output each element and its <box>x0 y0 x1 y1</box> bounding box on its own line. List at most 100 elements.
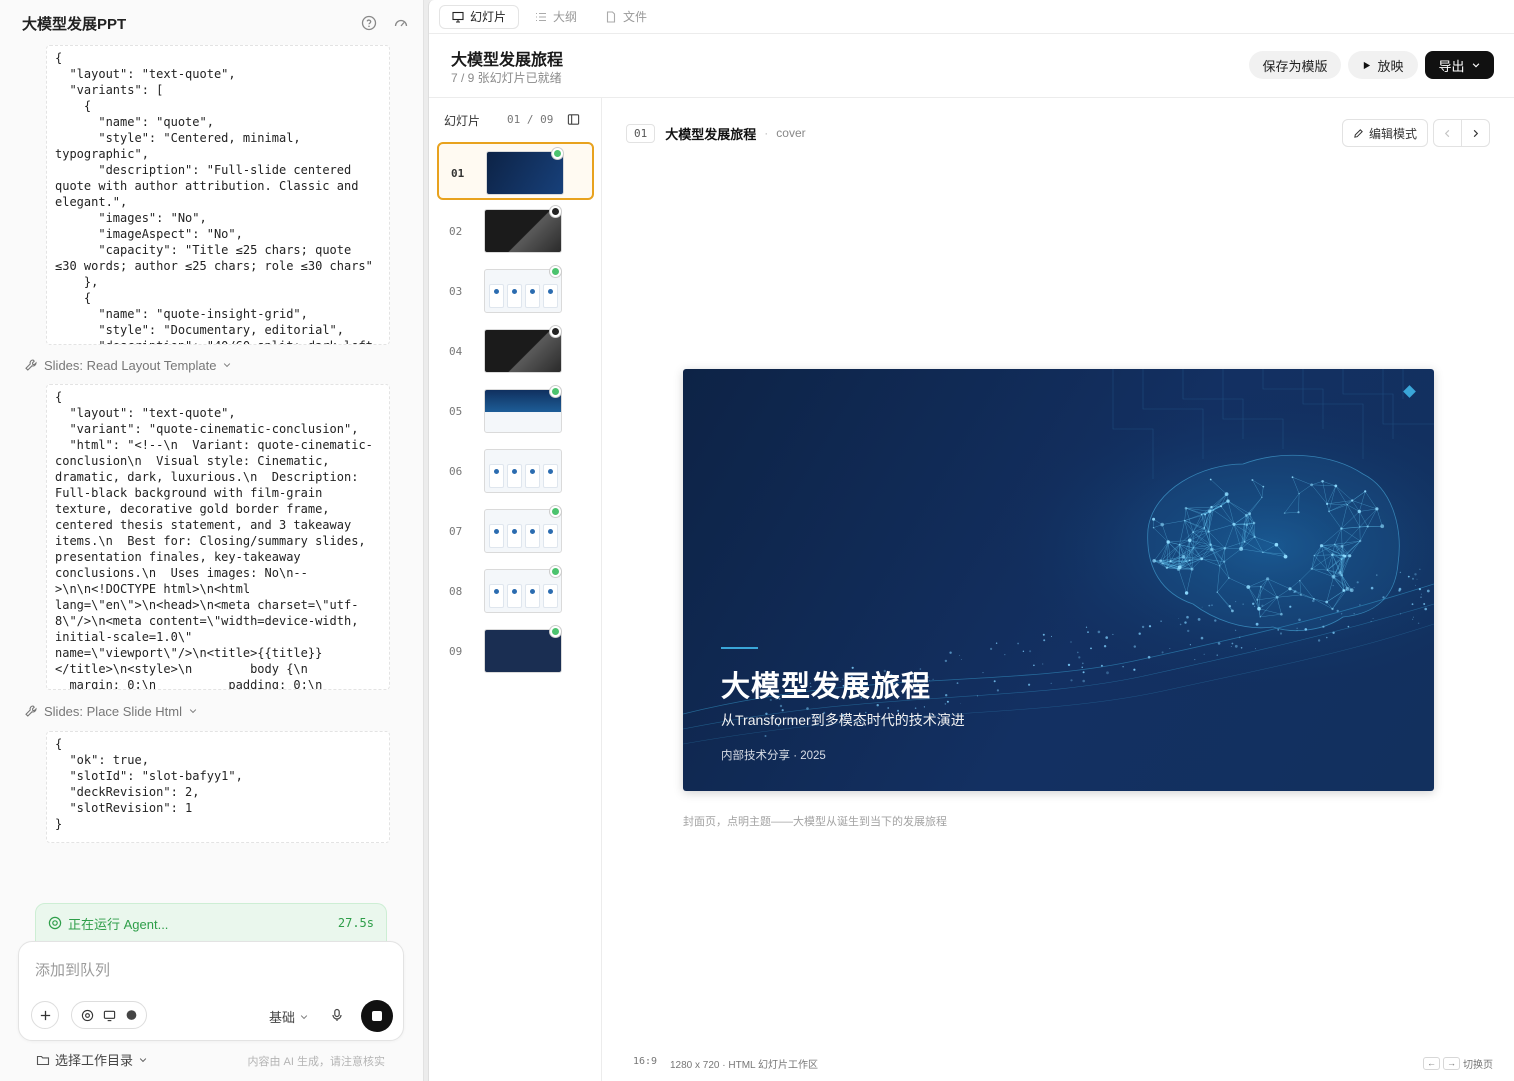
thumbnail-number: 09 <box>449 645 463 658</box>
slide-thumbnail[interactable]: 01 <box>437 142 594 200</box>
edit-mode-button[interactable]: 编辑模式 <box>1342 119 1428 147</box>
ready-status-dot <box>550 386 561 397</box>
slide-thumbnail[interactable]: 05 <box>437 382 594 440</box>
mode-select[interactable]: 基础 <box>269 1007 309 1026</box>
slides-icon <box>452 11 464 23</box>
thumbnail-card <box>489 284 504 308</box>
play-button[interactable]: 放映 <box>1348 51 1418 79</box>
mode-select-value: 基础 <box>269 1010 296 1025</box>
thumbnail-preview <box>484 629 562 673</box>
thumbnail-number: 03 <box>449 285 463 298</box>
slide-nav <box>1433 119 1490 147</box>
chevron-left-icon <box>1444 129 1450 137</box>
slide-thumbnail[interactable]: 04 <box>437 322 594 380</box>
tool-output-text: { "layout": "text-quote", "variants": [ … <box>55 51 373 344</box>
thumbnail-preview <box>484 449 562 493</box>
slide-subheading: 从Transformer到多模态时代的技术演进 <box>721 712 965 728</box>
chrome-icon[interactable] <box>81 1009 94 1022</box>
tab-label: 大纲 <box>553 10 578 24</box>
slide-meta: 内部技术分享 · 2025 <box>721 750 826 762</box>
pending-status-dot <box>550 326 561 337</box>
tool-call-label: Slides: Place Slide Html <box>44 703 182 719</box>
pencil-icon <box>1354 128 1363 138</box>
thumbnail-card <box>543 464 558 488</box>
folder-icon <box>36 1055 50 1065</box>
stop-icon <box>372 1011 382 1021</box>
prev-slide-button[interactable] <box>1434 120 1462 146</box>
thumbnail-number: 08 <box>449 585 463 598</box>
slide-thumbnail[interactable]: 08 <box>437 562 594 620</box>
thumbnail-card <box>507 524 522 548</box>
thumbnail-card <box>543 584 558 608</box>
arrow-right-key: → <box>1443 1057 1460 1070</box>
export-button[interactable]: 导出 <box>1425 51 1494 79</box>
tab-slides[interactable]: 幻灯片 <box>439 4 520 29</box>
edit-mode-label: 编辑模式 <box>1368 126 1417 141</box>
thumbnail-preview <box>484 389 562 433</box>
tool-toggle-group[interactable] <box>71 1001 147 1029</box>
chevron-down-icon <box>1472 63 1479 68</box>
thumbnail-preview <box>484 209 562 253</box>
agent-status-bar: 正在运行 Agent... 27.5s <box>35 903 387 943</box>
tab-outline[interactable]: 大纲 <box>523 5 589 29</box>
chevron-down-icon <box>300 1014 308 1019</box>
plus-icon <box>40 1010 50 1020</box>
slides-workspace: 幻灯片 大纲 文件 大模型发展旅程 7 / 9 张幻灯片已就绪 保存为模版 放映… <box>428 0 1514 1081</box>
tool-output-block: { "ok": true, "slotId": "slot-bafyy1", "… <box>46 731 390 843</box>
wrench-icon <box>25 705 37 717</box>
slide-preview[interactable]: 大模型发展旅程 从Transformer到多模态时代的技术演进 内部技术分享 ·… <box>683 369 1434 791</box>
add-attachment-button[interactable] <box>31 1001 59 1029</box>
save-template-button[interactable]: 保存为模版 <box>1249 51 1341 79</box>
thumbnail-rail-label: 幻灯片 <box>444 114 481 128</box>
thumbnail-number: 05 <box>449 405 463 418</box>
thumbnail-preview <box>484 269 562 313</box>
thumbnail-preview <box>486 151 564 195</box>
stop-button[interactable] <box>361 1000 393 1032</box>
list-icon <box>536 12 547 21</box>
tool-call-read-layout[interactable]: Slides: Read Layout Template <box>24 354 232 376</box>
chat-bubble-icon[interactable] <box>125 1009 138 1022</box>
thumbnail-card <box>543 524 558 548</box>
thumbnail-preview <box>484 509 562 553</box>
select-workdir-button[interactable]: 选择工作目录 <box>36 1050 148 1069</box>
stage-header: 01 大模型发展旅程 · cover <box>626 120 806 146</box>
composer-placeholder[interactable]: 添加到队列 <box>35 959 110 980</box>
slide-thumbnail[interactable]: 09 <box>437 622 594 680</box>
tool-output-block: { "layout": "text-quote", "variants": [ … <box>46 45 390 345</box>
tab-label: 文件 <box>623 10 648 24</box>
slide-thumbnail[interactable]: 02 <box>437 202 594 260</box>
next-slide-button[interactable] <box>1462 120 1489 146</box>
chevron-right-icon <box>1473 129 1479 137</box>
keyboard-hint-label: 切换页 <box>1463 1060 1493 1071</box>
play-icon <box>1364 61 1371 69</box>
help-icon[interactable] <box>361 15 377 31</box>
slide-thumbnail[interactable]: 06 <box>437 442 594 500</box>
thumbnail-number: 01 <box>451 167 465 180</box>
thumbnail-card <box>525 284 540 308</box>
ready-status-dot <box>550 266 561 277</box>
thumbnail-preview <box>484 329 562 373</box>
thumbnail-card <box>507 464 522 488</box>
gauge-icon[interactable] <box>393 15 409 31</box>
slide-number-badge: 01 <box>626 123 656 143</box>
thumbnail-number: 04 <box>449 345 463 358</box>
microphone-icon[interactable] <box>330 1008 344 1022</box>
thumbnail-card <box>543 284 558 308</box>
agent-elapsed-time: 27.5s <box>337 916 374 930</box>
slide-thumbnail[interactable]: 03 <box>437 262 594 320</box>
monitor-icon[interactable] <box>103 1009 116 1022</box>
thumbnail-card <box>525 464 540 488</box>
title-separator: · <box>764 126 769 140</box>
export-label: 导出 <box>1438 58 1465 74</box>
tool-call-label: Slides: Read Layout Template <box>44 357 217 373</box>
tool-call-place-slide[interactable]: Slides: Place Slide Html <box>24 700 198 722</box>
message-composer[interactable]: 添加到队列 基础 <box>18 941 404 1041</box>
panel-toggle-icon[interactable] <box>567 113 580 126</box>
slide-thumbnail[interactable]: 07 <box>437 502 594 560</box>
tab-files[interactable]: 文件 <box>593 5 659 29</box>
current-slide-title: 大模型发展旅程 <box>665 126 757 142</box>
ai-disclaimer: 内容由 AI 生成，请注意核实 <box>247 1056 385 1068</box>
ready-status-dot <box>550 566 561 577</box>
ready-status-dot <box>550 626 561 637</box>
thumbnail-number: 06 <box>449 465 463 478</box>
